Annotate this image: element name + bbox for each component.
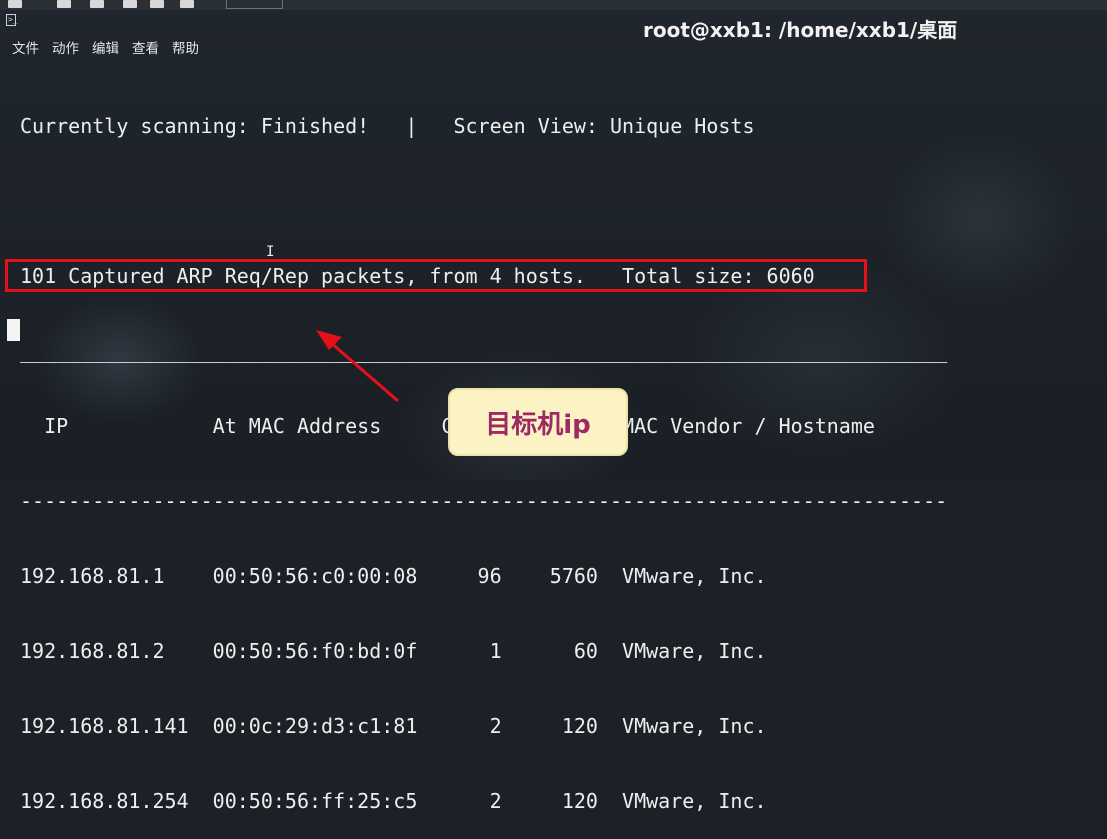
taskbar-app-icon[interactable] <box>123 0 137 8</box>
table-row: 192.168.81.254 00:50:56:ff:25:c5 2 120 V… <box>20 789 767 813</box>
menu-file[interactable]: 文件 <box>12 39 39 59</box>
menu-bar: 文件 动作 编辑 查看 帮助 <box>12 39 199 59</box>
window-titlebar[interactable]: >_ root@xxb1: /home/xxb1/桌面 <box>0 10 1107 42</box>
terminal-icon: >_ <box>6 14 18 26</box>
dash-line: ----------------------------------------… <box>20 489 948 513</box>
text-cursor-icon: I <box>266 244 275 260</box>
callout-label: 目标机ip <box>485 409 591 440</box>
menu-help[interactable]: 帮助 <box>172 39 199 59</box>
taskbar-app-icon[interactable] <box>180 0 194 8</box>
taskbar-app-icon[interactable] <box>57 0 71 8</box>
taskbar-window-button[interactable] <box>226 0 283 9</box>
table-row: 192.168.81.2 00:50:56:f0:bd:0f 1 60 VMwa… <box>20 639 767 663</box>
taskbar-app-icon[interactable] <box>90 0 104 8</box>
taskbar-app-icon[interactable] <box>150 0 164 8</box>
annotation-callout: 目标机ip <box>448 388 628 456</box>
table-row: 192.168.81.1 00:50:56:c0:00:08 96 5760 V… <box>20 564 767 588</box>
menu-edit[interactable]: 编辑 <box>92 39 119 59</box>
table-row-target: 192.168.81.141 00:0c:29:d3:c1:81 2 120 V… <box>20 714 767 738</box>
menu-view[interactable]: 查看 <box>132 39 159 59</box>
taskbar-app-icon[interactable] <box>8 0 22 8</box>
scan-status-line: Currently scanning: Finished! | Screen V… <box>20 114 755 138</box>
menu-action[interactable]: 动作 <box>52 39 79 59</box>
terminal-cursor <box>7 319 20 341</box>
separator-line: ________________________________________… <box>20 339 948 363</box>
summary-line: 101 Captured ARP Req/Rep packets, from 4… <box>20 264 815 288</box>
window-title: root@xxb1: /home/xxb1/桌面 <box>643 18 958 42</box>
taskbar-strip <box>0 0 1107 10</box>
